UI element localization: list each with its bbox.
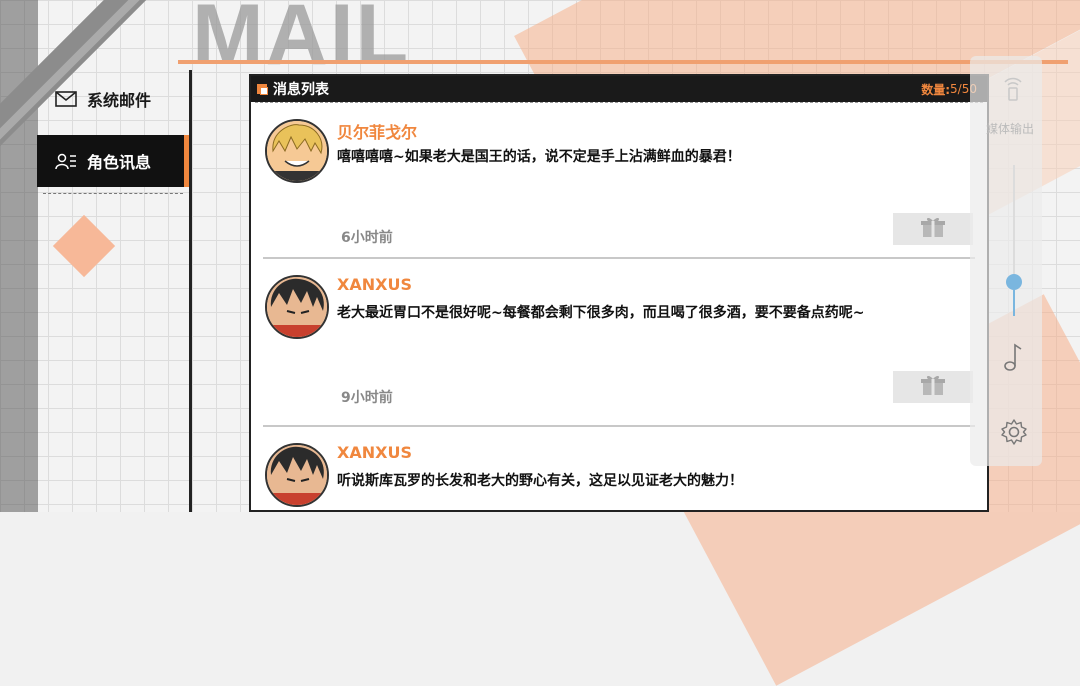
message-item[interactable]: 贝尔菲戈尔 嘻嘻嘻嘻~如果老大是国王的话，说不定是手上沾满鲜血的暴君！ 6小时前 (263, 103, 975, 259)
sidebar-item-label: 角色讯息 (87, 153, 152, 172)
right-rail (970, 56, 1042, 466)
count-label: 数量: (921, 82, 951, 97)
media-output-icon[interactable] (1002, 74, 1024, 106)
envelope-icon (55, 91, 79, 107)
message-text: 老大最近胃口不是很好呢~每餐都会剩下很多肉，而且喝了很多酒，要不要备点药呢~ (337, 305, 865, 321)
avatar (265, 275, 329, 339)
gift-button[interactable] (893, 213, 973, 245)
list-icon (257, 84, 268, 95)
gift-button[interactable] (893, 371, 973, 403)
sidebar-item-system-mail[interactable]: 系统邮件 (37, 73, 189, 125)
music-note-icon[interactable] (1003, 342, 1025, 376)
sender-name: 贝尔菲戈尔 (337, 123, 418, 142)
gear-icon[interactable] (1000, 418, 1028, 450)
message-time: 9小时前 (341, 390, 393, 406)
sidebar-item-character-messages[interactable]: 角色讯息 (37, 135, 189, 187)
gift-icon (921, 216, 945, 242)
sender-name: XANXUS (337, 443, 412, 462)
message-item[interactable]: XANXUS 老大最近胃口不是很好呢~每餐都会剩下很多肉，而且喝了很多酒，要不要… (263, 259, 975, 427)
sidebar: 系统邮件 角色讯息 (37, 70, 192, 512)
volume-slider-knob[interactable] (1006, 274, 1022, 290)
message-text: 听说斯库瓦罗的长发和老大的野心有关，这足以见证老大的魅力！ (337, 473, 743, 489)
sender-name: XANXUS (337, 275, 412, 294)
message-text: 嘻嘻嘻嘻~如果老大是国王的话，说不定是手上沾满鲜血的暴君！ (337, 149, 741, 165)
message-item[interactable]: XANXUS 听说斯库瓦罗的长发和老大的野心有关，这足以见证老大的魅力！ (263, 427, 975, 510)
sidebar-divider (43, 193, 183, 194)
message-time: 6小时前 (341, 230, 393, 246)
message-list-panel: 消息列表 数量: 5/50 贝尔菲戈尔 嘻嘻嘻嘻~如果老大是国王的话，说不定是手… (249, 74, 989, 512)
avatar (265, 119, 329, 183)
mail-title: MAIL (192, 0, 411, 83)
panel-title: 消息列表 (273, 82, 329, 98)
gift-icon (921, 374, 945, 400)
volume-slider-fill (1013, 290, 1015, 316)
sidebar-item-label: 系统邮件 (87, 91, 152, 110)
media-output-label: 媒体输出 (986, 122, 1035, 136)
accent-line (178, 60, 1068, 64)
avatar (265, 443, 329, 507)
character-card-icon (55, 152, 79, 170)
panel-header: 消息列表 数量: 5/50 (251, 76, 987, 102)
